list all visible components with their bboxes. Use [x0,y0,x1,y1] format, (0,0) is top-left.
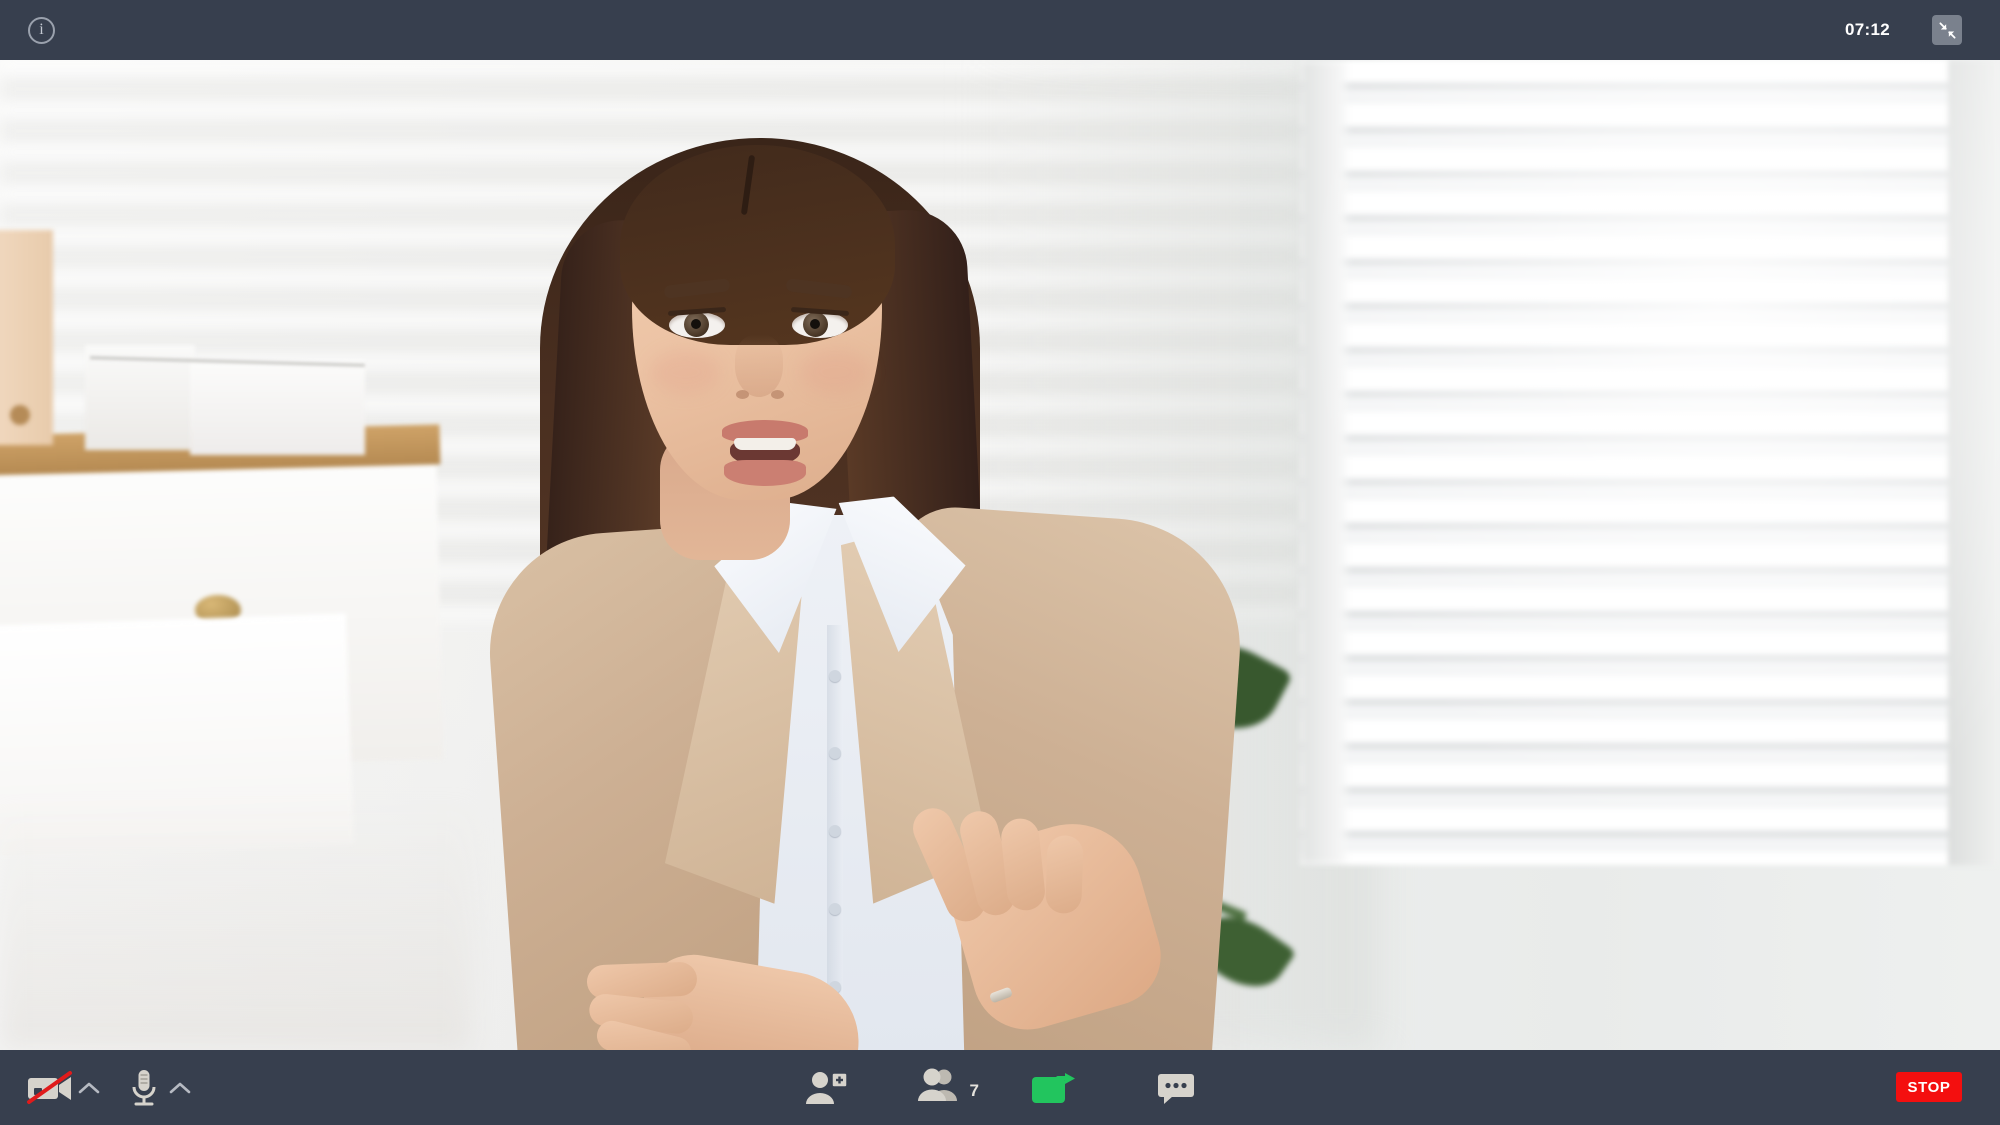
camera-options-button[interactable] [72,1050,106,1125]
add-participant-button[interactable] [798,1050,854,1125]
info-icon[interactable]: i [28,17,55,44]
cheek-left [650,350,720,394]
video-call-window: i 07:12 7 STOP [0,0,2000,1125]
bottom-control-bar: 7 STOP [0,1050,2000,1125]
microphone-icon [132,1069,156,1105]
video-stage[interactable] [0,60,2000,1050]
stop-call-button[interactable]: STOP [1896,1072,1962,1102]
participants-count: 7 [969,1081,979,1100]
shirt-button [829,903,841,915]
shirt-button [829,825,841,837]
participants-button[interactable]: 7 [908,1050,979,1125]
nostril-right [771,390,784,399]
pupil-right [810,319,820,329]
nostril-left [736,390,749,399]
chevron-up-icon [78,1082,100,1093]
shirt-button [829,747,841,759]
call-timer: 07:12 [1845,20,1890,39]
pupil-left [691,319,701,329]
shirt-button [829,670,841,682]
participant-person [0,60,2000,1050]
person-add-icon [806,1071,848,1104]
top-bar: i 07:12 [0,0,2000,60]
chat-bubble-icon [1158,1073,1194,1104]
teeth [734,438,796,450]
screen-share-icon [1032,1072,1075,1103]
nose [735,335,783,397]
hair-top [620,145,895,345]
info-icon-glyph: i [39,21,44,38]
chat-button[interactable] [1148,1050,1204,1125]
camera-off-icon [27,1070,72,1104]
share-screen-button[interactable] [1026,1050,1084,1125]
microphone-options-button[interactable] [163,1050,197,1125]
collapse-arrows-icon[interactable] [1932,15,1962,45]
stop-button-label: STOP [1907,1078,1951,1096]
participant-video [0,60,2000,1050]
cheek-right [800,350,870,394]
chevron-up-icon [169,1082,191,1093]
lower-lip [724,460,806,486]
people-icon [918,1068,957,1101]
